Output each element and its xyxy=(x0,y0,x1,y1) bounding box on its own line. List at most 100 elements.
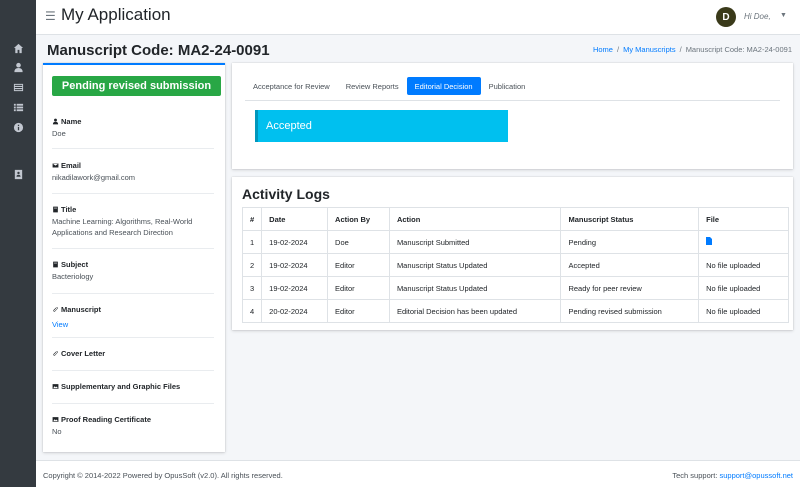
row-number: 2 xyxy=(241,253,263,277)
column-header: Action By xyxy=(327,207,390,231)
name-label: Name xyxy=(61,117,82,126)
proof-reading-field: Proof Reading Certificate No xyxy=(52,415,214,437)
email-field: Email nikadilawork@gmail.com xyxy=(52,161,214,183)
tab-list: Acceptance for Review Review Reports Edi… xyxy=(245,77,533,95)
user-icon[interactable] xyxy=(11,60,25,74)
row-status: Pending xyxy=(560,230,700,254)
footer: Copyright © 2014-2022 Powered by OpusSof… xyxy=(36,460,800,487)
user-icon xyxy=(52,118,59,125)
row-action-by: Doe xyxy=(327,230,390,254)
supplementary-label: Supplementary and Graphic Files xyxy=(61,382,181,391)
image-icon xyxy=(52,384,59,389)
divider xyxy=(52,337,214,338)
table-row: 4 20-02-2024 Editor Editorial Decision h… xyxy=(241,299,789,323)
row-action: Manuscript Status Updated xyxy=(388,253,562,277)
tab-publication[interactable]: Publication xyxy=(481,77,534,95)
top-navbar: ☰ My Application D Hi Doe, ▼ xyxy=(36,0,800,35)
row-action: Manuscript Submitted xyxy=(388,230,562,254)
row-date: 19-02-2024 xyxy=(261,276,329,300)
row-file: No file uploaded xyxy=(698,253,789,277)
supplementary-field: Supplementary and Graphic Files xyxy=(52,382,214,391)
row-action: Editorial Decision has been updated xyxy=(388,299,562,323)
divider xyxy=(52,148,214,149)
name-value: Doe xyxy=(52,129,66,138)
breadcrumb-current: Manuscript Code: MA2-24-0091 xyxy=(685,45,792,54)
cover-letter-label: Cover Letter xyxy=(61,349,106,358)
hamburger-icon[interactable]: ☰ xyxy=(45,9,56,23)
row-date: 19-02-2024 xyxy=(261,230,329,254)
chevron-down-icon[interactable]: ▼ xyxy=(780,12,787,19)
tab-review-reports[interactable]: Review Reports xyxy=(338,77,407,95)
book-icon xyxy=(53,261,58,268)
review-tabs-card: Acceptance for Review Review Reports Edi… xyxy=(232,63,793,169)
activity-logs-title: Activity Logs xyxy=(242,186,330,202)
row-action-by: Editor xyxy=(327,299,390,323)
copyright-text: Copyright © 2014-2022 Powered by OpusSof… xyxy=(43,471,283,480)
table-row: 2 19-02-2024 Editor Manuscript Status Up… xyxy=(241,253,789,277)
status-badge: Pending revised submission xyxy=(52,76,221,96)
row-action-by: Editor xyxy=(327,253,390,277)
row-status: Accepted xyxy=(560,253,700,277)
title-value: Machine Learning: Algorithms, Real-World… xyxy=(52,217,193,237)
activity-logs-table: # Date Action By Action Manuscript Statu… xyxy=(241,207,789,323)
decision-callout: Accepted xyxy=(255,110,508,142)
book-icon xyxy=(53,206,58,213)
subject-value: Bacteriology xyxy=(52,272,94,281)
table-header-row: # Date Action By Action Manuscript Statu… xyxy=(241,207,789,231)
proof-reading-label: Proof Reading Certificate xyxy=(61,415,152,424)
manuscript-label: Manuscript xyxy=(61,305,102,314)
info-icon[interactable] xyxy=(11,120,25,134)
paperclip-icon xyxy=(53,307,58,312)
row-number: 4 xyxy=(241,299,263,323)
breadcrumb-home[interactable]: Home xyxy=(593,45,613,54)
row-number: 3 xyxy=(241,276,263,300)
home-icon[interactable] xyxy=(11,41,25,55)
row-number: 1 xyxy=(241,230,263,254)
row-file xyxy=(698,230,789,254)
image-icon xyxy=(52,417,59,422)
divider xyxy=(52,370,214,371)
row-file: No file uploaded xyxy=(698,276,789,300)
name-field: Name Doe xyxy=(52,117,214,139)
title-field: Title Machine Learning: Algorithms, Real… xyxy=(52,205,214,238)
view-manuscript-link[interactable]: View xyxy=(52,320,68,329)
list-icon[interactable] xyxy=(11,100,25,114)
tab-acceptance-for-review[interactable]: Acceptance for Review xyxy=(245,77,338,95)
email-value: nikadilawork@gmail.com xyxy=(52,173,136,182)
tab-editorial-decision[interactable]: Editorial Decision xyxy=(406,77,481,95)
column-header: # xyxy=(241,207,263,231)
row-file: No file uploaded xyxy=(698,299,789,323)
breadcrumb: Home / My Manuscripts / Manuscript Code: MA2… xyxy=(593,45,792,54)
row-date: 20-02-2024 xyxy=(261,299,329,323)
proof-reading-value: No xyxy=(52,427,62,436)
activity-logs-card: Activity Logs # Date Action By Action Ma… xyxy=(232,177,793,330)
column-header: Date xyxy=(261,207,329,231)
column-header: Action xyxy=(388,207,562,231)
breadcrumb-my-manuscripts[interactable]: My Manuscripts xyxy=(623,45,676,54)
divider xyxy=(52,293,214,294)
tech-support: Tech support: support@opussoft.net xyxy=(672,471,793,480)
column-header: Manuscript Status xyxy=(560,207,700,231)
support-email-link[interactable]: support@opussoft.net xyxy=(720,471,794,480)
subject-field: Subject Bacteriology xyxy=(52,260,214,282)
row-status: Pending revised submission xyxy=(560,299,700,323)
divider xyxy=(52,193,214,194)
table-row: 3 19-02-2024 Editor Manuscript Status Up… xyxy=(241,276,789,300)
file-icon[interactable] xyxy=(706,237,713,247)
row-date: 19-02-2024 xyxy=(261,253,329,277)
divider xyxy=(52,403,214,404)
breadcrumb-separator: / xyxy=(616,45,620,54)
id-card-icon[interactable] xyxy=(11,167,25,181)
list-alt-icon[interactable] xyxy=(11,80,25,94)
support-label: Tech support: xyxy=(672,471,718,480)
sidebar xyxy=(0,0,36,487)
tab-divider xyxy=(245,100,780,101)
table-row: 1 19-02-2024 Doe Manuscript Submitted Pe… xyxy=(241,230,789,254)
cover-letter-field: Cover Letter xyxy=(52,349,214,358)
email-label: Email xyxy=(61,161,82,170)
title-label: Title xyxy=(61,205,77,214)
user-greeting[interactable]: Hi Doe, xyxy=(744,12,771,21)
page-title: Manuscript Code: MA2-24-0091 xyxy=(47,42,270,59)
row-status: Ready for peer review xyxy=(560,276,700,300)
avatar[interactable]: D xyxy=(716,7,736,27)
